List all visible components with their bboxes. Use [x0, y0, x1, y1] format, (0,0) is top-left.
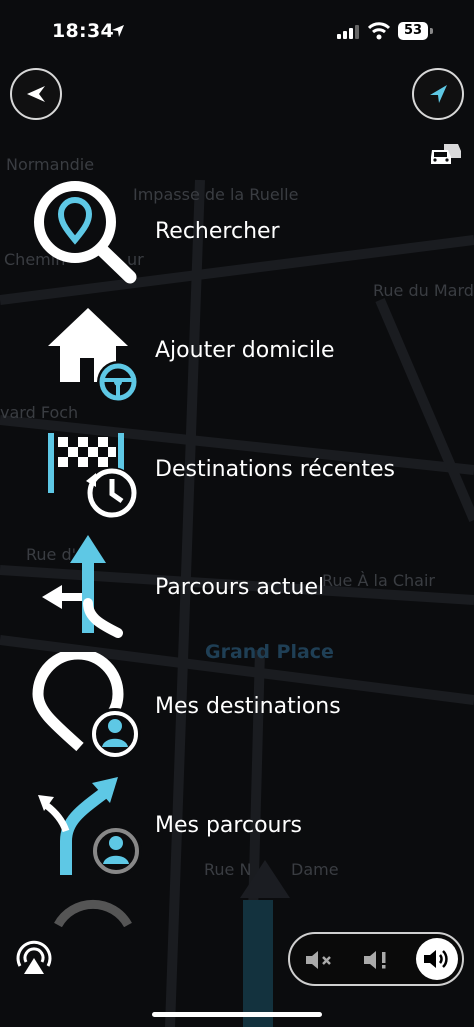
- status-bar: 18:34 53: [0, 0, 474, 60]
- menu-item-destinations-recentes[interactable]: Destinations récentes: [0, 415, 474, 525]
- next-menu-item-icon: [54, 899, 132, 927]
- menu-item-parcours-actuel[interactable]: Parcours actuel: [0, 533, 474, 643]
- location-arrow-icon: [112, 25, 124, 37]
- home-indicator[interactable]: [152, 1012, 322, 1017]
- menu-item-rechercher[interactable]: Rechercher: [0, 177, 474, 287]
- navigation-arrow-icon: [430, 85, 447, 103]
- signal-icon: [337, 25, 359, 39]
- menu-item-label: Destinations récentes: [155, 457, 395, 482]
- menu-item-label: Rechercher: [155, 219, 280, 244]
- traffic-icon[interactable]: [430, 140, 462, 166]
- menu-item-mes-parcours[interactable]: Mes parcours: [0, 771, 474, 881]
- speaker-on-icon: [424, 950, 448, 968]
- battery-tip: [430, 28, 433, 34]
- menu-item-label: Parcours actuel: [155, 575, 325, 600]
- back-button[interactable]: [10, 68, 62, 120]
- menu-item-label: Mes parcours: [155, 813, 302, 838]
- broadcast-icon[interactable]: [14, 940, 54, 976]
- menu-item-label: Mes destinations: [155, 694, 341, 719]
- wifi-icon: [368, 22, 390, 40]
- routes-profile-icon: [38, 777, 142, 877]
- menu-item-ajouter-domicile[interactable]: Ajouter domicile: [0, 296, 474, 406]
- speaker-mute-icon: [306, 951, 331, 969]
- route-arrows-icon: [42, 535, 123, 638]
- pin-profile-icon: [32, 652, 141, 760]
- battery-indicator: 53: [398, 22, 428, 40]
- status-time: 18:34: [52, 20, 114, 42]
- navigation-button[interactable]: [412, 68, 464, 120]
- sound-on-button[interactable]: [416, 938, 458, 980]
- speaker-alert-icon: [364, 951, 386, 969]
- alerts-only-button[interactable]: [358, 941, 396, 979]
- mute-button[interactable]: [300, 941, 338, 979]
- sound-control: [288, 932, 464, 986]
- street-label: Normandie: [6, 155, 95, 174]
- checkered-flag-clock-icon: [48, 433, 138, 519]
- home-steering-icon: [48, 308, 139, 403]
- back-arrow-icon: [27, 86, 45, 102]
- search-pin-icon: [34, 181, 137, 284]
- menu-item-mes-destinations[interactable]: Mes destinations: [0, 652, 474, 762]
- menu-item-label: Ajouter domicile: [155, 338, 335, 363]
